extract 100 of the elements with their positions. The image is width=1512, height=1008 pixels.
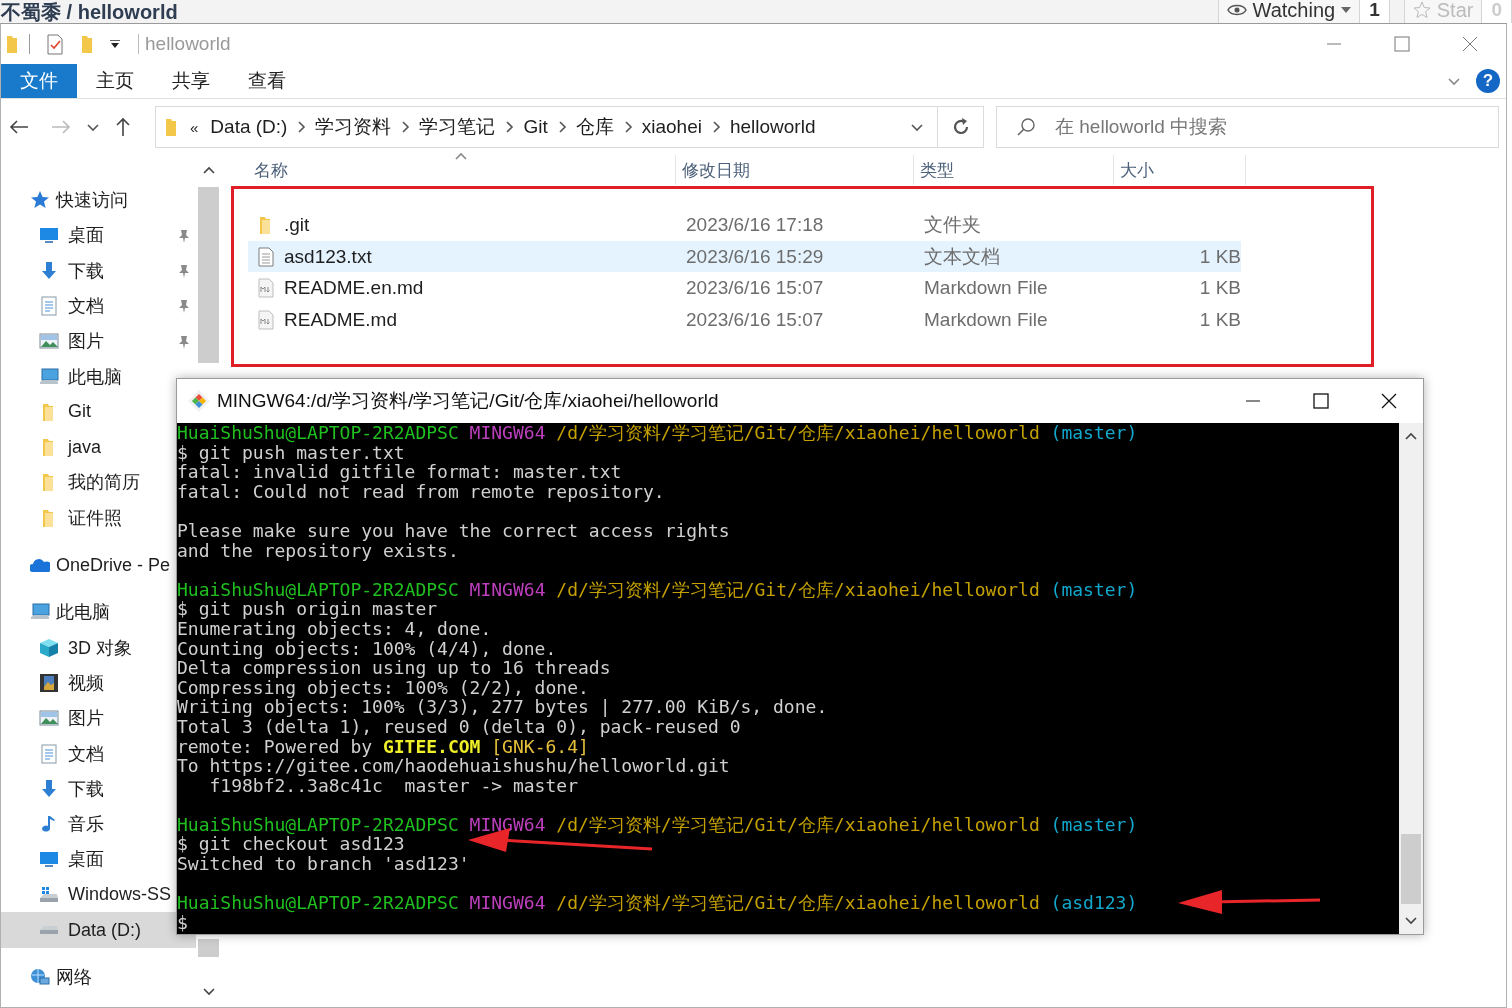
up-arrow-icon[interactable] [115, 117, 131, 138]
sidebar-item[interactable]: 此电脑 [1, 594, 110, 631]
watch-button[interactable]: Watching [1217, 0, 1361, 24]
sidebar-item[interactable]: 3D 对象 [1, 630, 132, 666]
file-row[interactable]: asd123.txt 2023/6/16 15:29 文本文档 1 KB [248, 240, 1241, 273]
maximize-icon[interactable] [1313, 393, 1329, 409]
sidebar-item[interactable]: 图片 [1, 323, 196, 359]
search-field[interactable]: 在 helloworld 中搜索 [996, 106, 1499, 149]
ribbon-tab[interactable]: 查看 [229, 64, 305, 99]
scroll-thumb[interactable] [198, 939, 219, 958]
sidebar-item[interactable]: Git [1, 394, 91, 430]
sidebar-item[interactable]: 桌面 [1, 841, 104, 878]
file-name: README.en.md [284, 277, 424, 300]
scrollbar[interactable] [1399, 423, 1423, 934]
terminal-line: fatal: invalid gitfile format: master.txt [177, 462, 622, 482]
breadcrumb[interactable]: Git [519, 116, 552, 139]
modified-date: 2023/6/16 17:18 [686, 214, 824, 237]
terminal-line: fatal: Could not read from remote repository. [177, 481, 665, 502]
prompt-line: HuaiShuShu@LAPTOP-2R2ADPSC MINGW64 /d/学习资料/学习笔记/Git/仓库/xiaohei/helloworld (master) [177, 423, 1138, 443]
breadcrumb[interactable]: Data (D:) [206, 116, 292, 139]
terminal-line: To https://gitee.com/haodehuaishushu/helloworld.git [177, 756, 730, 776]
file-name: asd123.txt [284, 245, 372, 268]
ribbon-tab[interactable]: 主页 [77, 64, 153, 99]
folder-icon [164, 117, 178, 138]
eye-icon [1226, 3, 1247, 18]
sidebar-item[interactable]: 文档 [1, 288, 196, 324]
down-arrow-icon [39, 778, 59, 799]
breadcrumb[interactable]: xiaohei [637, 116, 706, 139]
sidebar-item[interactable]: java [1, 429, 102, 465]
scroll-thumb[interactable] [198, 187, 219, 364]
document-icon [39, 296, 59, 316]
sidebar-item[interactable]: 此电脑 [1, 358, 122, 395]
film-icon [39, 672, 59, 693]
breadcrumb[interactable]: 学习资料 [311, 114, 396, 141]
file-row[interactable]: README.en.md 2023/6/16 15:07 Markdown File 1 KB [248, 272, 1246, 304]
sidebar-item[interactable]: 快速访问 [1, 182, 128, 218]
back-arrow-icon[interactable] [9, 119, 29, 136]
folder-icon [5, 34, 19, 55]
prompt-line: HuaiShuShu@LAPTOP-2R2ADPSC MINGW64 /d/学习资料/学习笔记/Git/仓库/xiaohei/helloworld (master) [177, 579, 1138, 600]
properties-icon[interactable] [46, 33, 64, 56]
file-size: 1 KB [1199, 245, 1241, 268]
caret-icon [1341, 7, 1352, 14]
column-header[interactable]: 大小 [1114, 155, 1246, 186]
address-bar[interactable]: « Data (D:) 学习资料 学习笔记 Git 仓库 xiaohei helloworld [155, 106, 938, 149]
sidebar-item[interactable]: 下载 [1, 253, 196, 289]
watch-count: 1 [1360, 0, 1390, 24]
prompt-line: HuaiShuShu@LAPTOP-2R2ADPSC MINGW64 /d/学习资料/学习笔记/Git/仓库/xiaohei/helloworld (master) [177, 814, 1138, 835]
sidebar-item[interactable]: 图片 [1, 700, 104, 736]
document-icon [39, 743, 59, 764]
terminal-line: Enumerating objects: 4, done. [177, 618, 492, 639]
overflow-button[interactable]: « [186, 118, 203, 136]
column-header[interactable]: 名称 [248, 155, 676, 186]
refresh-button[interactable] [938, 106, 984, 149]
sidebar-item[interactable]: 网络 [1, 959, 92, 995]
window-title: helloworld [145, 33, 231, 56]
markdown-file-icon [256, 278, 276, 299]
scroll-thumb[interactable] [1401, 834, 1421, 904]
drive-icon [39, 925, 59, 936]
modified-date: 2023/6/16 15:29 [686, 245, 824, 268]
sidebar-item[interactable]: 下载 [1, 771, 104, 807]
sidebar-item[interactable]: 视频 [1, 665, 104, 701]
ribbon-tab[interactable]: 共享 [153, 64, 229, 99]
file-type: 文本文档 [924, 244, 1000, 269]
sidebar-item[interactable]: 文档 [1, 735, 104, 772]
file-name: README.md [284, 308, 397, 331]
terminal-line: Please make sure you have the correct access rights [177, 520, 730, 541]
dropdown-icon[interactable] [110, 40, 120, 49]
help-button[interactable]: ? [1476, 69, 1500, 94]
sidebar-item[interactable]: OneDrive - Pe [1, 547, 171, 583]
breadcrumb[interactable]: 学习笔记 [415, 114, 500, 141]
terminal-line: Delta compression using up to 16 threads [177, 658, 611, 678]
breadcrumb[interactable]: helloworld [725, 116, 820, 139]
modified-date: 2023/6/16 15:07 [686, 308, 824, 331]
file-row[interactable]: .git 2023/6/16 17:18 文件夹 [248, 209, 1246, 241]
file-size: 1 KB [1199, 308, 1241, 331]
file-size: 1 KB [1199, 277, 1241, 300]
sidebar-item[interactable]: 桌面 [1, 217, 196, 254]
column-header[interactable]: 修改日期 [676, 155, 914, 186]
search-icon [1016, 117, 1036, 138]
window-title: MINGW64:/d/学习资料/学习笔记/Git/仓库/xiaohei/helloworld [217, 389, 719, 413]
ribbon-tab[interactable]: 文件 [1, 64, 77, 99]
computer-icon [39, 366, 59, 387]
sidebar-item[interactable]: 我的简历 [1, 464, 140, 501]
terminal-line: f198bf2..3a8c41c master -> master [208, 775, 578, 796]
sidebar-item[interactable]: 音乐 [1, 806, 104, 842]
terminal-line: Switched to branch 'asd123' [177, 854, 470, 874]
cube-icon [39, 637, 59, 658]
column-header[interactable]: 类型 [914, 155, 1114, 186]
terminal-line: Writing objects: 100% (3/3), 277 bytes | 277.00 KiB/s, done. [177, 697, 828, 717]
sidebar-item[interactable]: Windows-SS [1, 877, 172, 913]
close-icon[interactable] [1381, 393, 1397, 409]
file-type: Markdown File [924, 308, 1048, 331]
file-row[interactable]: README.md 2023/6/16 15:07 Markdown File 1 KB [248, 303, 1246, 336]
monitor-icon [39, 225, 59, 246]
breadcrumb[interactable]: 仓库 [571, 114, 618, 141]
sidebar-item[interactable]: 证件照 [1, 500, 122, 536]
file-type: Markdown File [924, 277, 1048, 300]
repo-title: 不蜀黍 / helloworld [1, 0, 178, 24]
terminal-line: Total 3 (delta 1), reused 0 (delta 0), pack-reused 0 [177, 716, 741, 737]
drive-icon [39, 884, 59, 905]
